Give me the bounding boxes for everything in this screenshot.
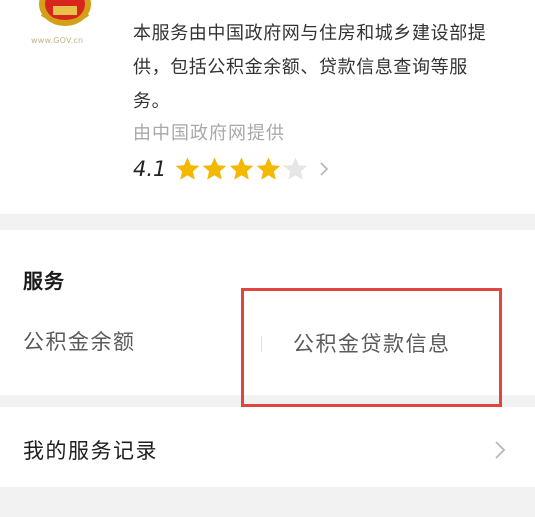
service-description: 本服务由中国政府网与住房和城乡建设部提供，包括公积金余额、贷款信息查询等服务。 <box>133 23 487 112</box>
logo-domain-text: www.GOV.cn <box>31 36 84 45</box>
star-icon <box>203 157 227 180</box>
star-icon <box>176 157 200 180</box>
national-emblem-icon <box>39 0 91 26</box>
rating-stars <box>174 156 309 182</box>
service-records-row[interactable]: 我的服务记录 <box>0 407 535 487</box>
services-section-title: 服务 <box>23 269 65 293</box>
rating-row[interactable]: 4.1 <box>133 152 329 186</box>
star-icon <box>257 157 281 180</box>
chevron-right-icon <box>320 162 329 176</box>
section-gap <box>0 487 535 517</box>
mini-program-info-card: www.GOV.cn 本服务由中国政府网与住房和城乡建设部提供，包括公积金余额、… <box>0 0 535 214</box>
provider-text: 由中国政府网提供 <box>133 123 285 144</box>
service-housing-fund-balance[interactable]: 公积金余额 <box>23 326 136 356</box>
rating-score: 4.1 <box>133 157 167 181</box>
star-icon <box>230 157 254 180</box>
service-records-label: 我的服务记录 <box>23 439 158 463</box>
chevron-right-icon <box>495 441 506 459</box>
highlight-box <box>241 288 502 407</box>
section-gap <box>0 214 535 230</box>
star-icon <box>284 157 308 180</box>
